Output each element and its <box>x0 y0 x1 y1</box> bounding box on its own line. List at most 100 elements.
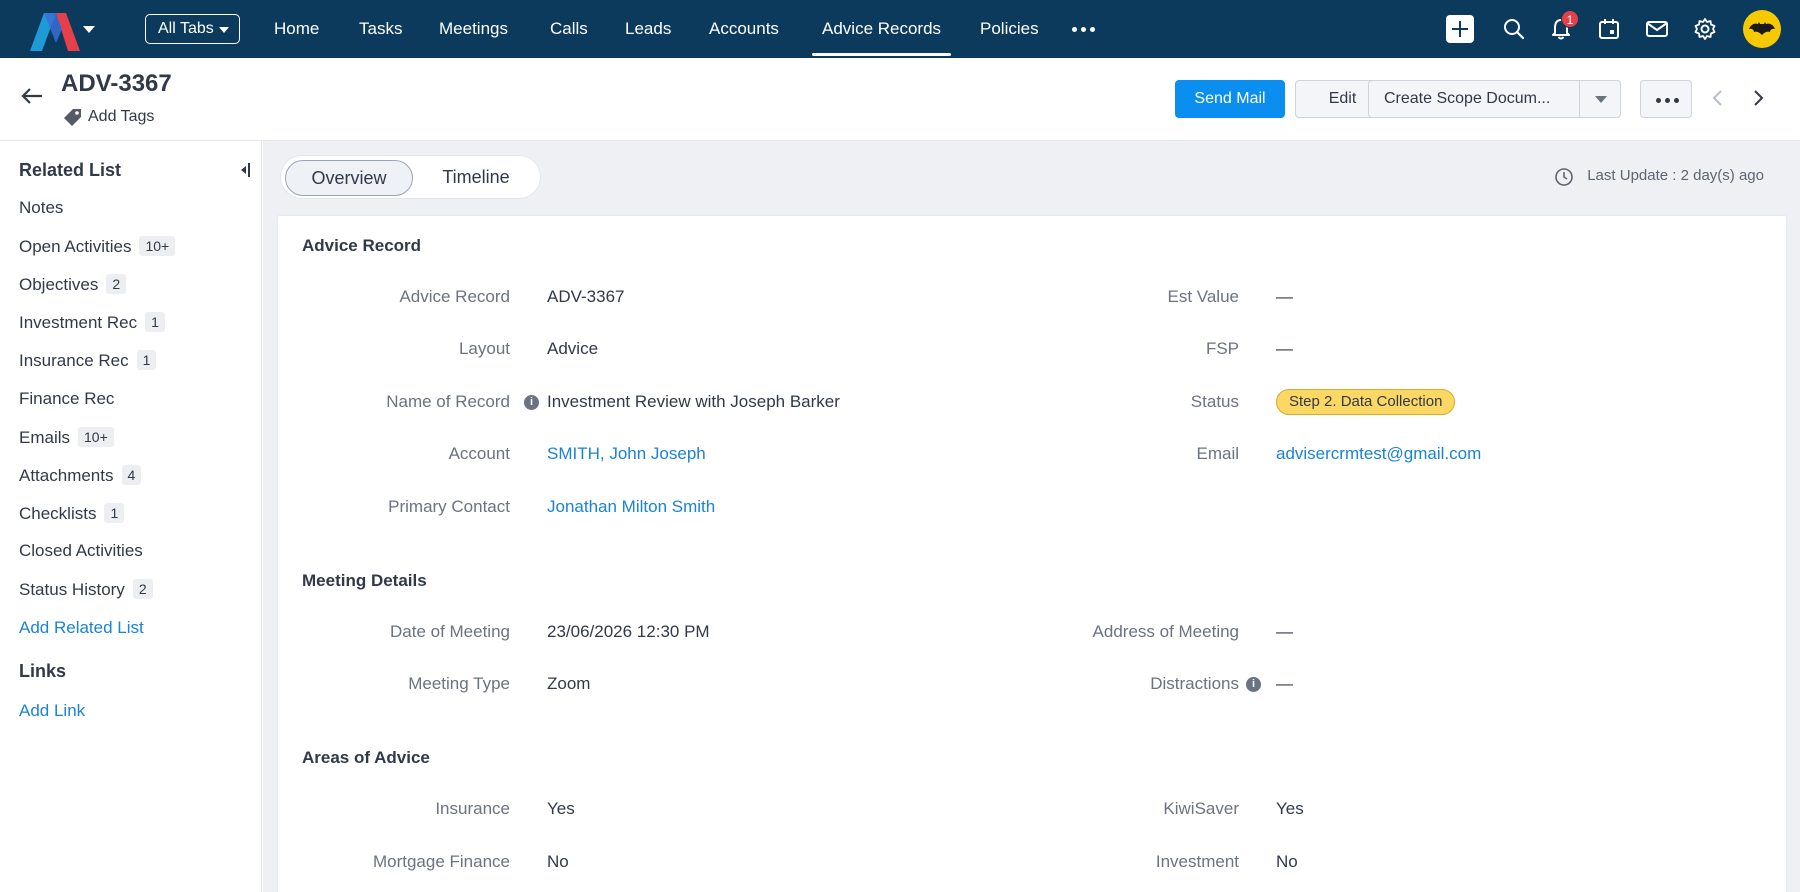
tab-meetings[interactable]: Meetings <box>439 0 508 58</box>
next-record-icon[interactable] <box>1748 88 1768 108</box>
mail-icon[interactable] <box>1644 16 1670 42</box>
create-scope-dropdown-button[interactable] <box>1579 80 1621 118</box>
tab-advice-records[interactable]: Advice Records <box>811 0 952 58</box>
count-badge: 1 <box>136 350 157 370</box>
tab-policies[interactable]: Policies <box>980 0 1039 58</box>
tab-overview[interactable]: Overview <box>285 160 413 196</box>
search-icon[interactable] <box>1501 16 1527 42</box>
field-value-investment[interactable]: No <box>1276 852 1298 872</box>
field-label-kiwisaver: KiwiSaver <box>1163 799 1239 818</box>
previous-record-icon[interactable] <box>1708 88 1728 108</box>
notification-count-badge: 1 <box>1561 10 1579 28</box>
field-label-mortgage-finance: Mortgage Finance <box>372 852 510 871</box>
sidebar-item-checklists[interactable]: Checklists 1 <box>19 503 125 524</box>
add-tags-link[interactable]: Add Tags <box>88 108 154 126</box>
field-label-primary-contact: Primary Contact <box>388 497 510 516</box>
count-badge: 10+ <box>139 236 176 256</box>
field-value-kiwisaver[interactable]: Yes <box>1276 799 1304 819</box>
top-navigation-bar: All Tabs Home Tasks Meetings Calls Leads… <box>0 0 1800 58</box>
record-details-card: Advice Record Advice Record ADV-3367 Lay… <box>278 216 1786 892</box>
field-value-distractions[interactable]: — <box>1276 674 1293 694</box>
chevron-down-icon[interactable] <box>83 26 95 33</box>
field-value-meeting-type[interactable]: Zoom <box>547 674 590 694</box>
tag-icon[interactable] <box>62 106 84 128</box>
sidebar-item-emails[interactable]: Emails 10+ <box>19 427 114 448</box>
field-value-address-of-meeting[interactable]: — <box>1276 622 1293 642</box>
field-label-investment: Investment <box>1155 852 1239 871</box>
field-label-account: Account <box>448 444 510 463</box>
tab-accounts[interactable]: Accounts <box>709 0 779 58</box>
field-label-distractions: Distractions <box>1150 674 1239 693</box>
tab-calls[interactable]: Calls <box>550 0 588 58</box>
field-label-est-value: Est Value <box>1167 287 1239 306</box>
tab-leads[interactable]: Leads <box>625 0 671 58</box>
sidebar-item-open-activities[interactable]: Open Activities 10+ <box>19 236 176 257</box>
field-label-fsp: FSP <box>1205 339 1239 358</box>
record-header: ADV-3367 Add Tags Send Mail Edit Create … <box>0 58 1800 141</box>
count-badge: 2 <box>132 579 153 599</box>
more-tabs-icon[interactable] <box>1072 27 1096 33</box>
field-value-layout[interactable]: Advice <box>547 339 598 359</box>
sidebar-item-notes[interactable]: Notes <box>19 198 63 218</box>
sidebar-item-finance-rec[interactable]: Finance Rec <box>19 389 114 409</box>
sidebar-item-attachments[interactable]: Attachments 4 <box>19 465 142 486</box>
more-actions-button[interactable] <box>1640 80 1692 118</box>
sidebar-item-status-history[interactable]: Status History 2 <box>19 579 153 600</box>
gear-icon[interactable] <box>1692 16 1718 42</box>
create-scope-document-button[interactable]: Create Scope Docum... <box>1368 80 1580 118</box>
sidebar-item-objectives[interactable]: Objectives 2 <box>19 274 127 295</box>
all-tabs-dropdown[interactable]: All Tabs <box>145 14 240 44</box>
field-value-account-link[interactable]: SMITH, John Joseph <box>547 444 706 464</box>
count-badge: 1 <box>104 503 125 523</box>
related-list-heading: Related List <box>19 160 122 180</box>
avatar[interactable] <box>1743 10 1781 48</box>
add-link-link[interactable]: Add Link <box>19 701 85 721</box>
field-label-layout: Layout <box>458 339 510 358</box>
field-label-date-of-meeting: Date of Meeting <box>389 622 510 641</box>
app-logo[interactable] <box>30 13 80 51</box>
field-label-advice-record: Advice Record <box>399 287 510 306</box>
field-value-est-value[interactable]: — <box>1276 287 1293 307</box>
field-value-name-of-record[interactable]: Investment Review with Joseph Barker <box>547 392 840 412</box>
status-badge[interactable]: Step 2. Data Collection <box>1276 389 1456 415</box>
plus-icon[interactable] <box>1446 15 1474 43</box>
sidebar-item-investment-rec[interactable]: Investment Rec 1 <box>19 312 165 333</box>
sidebar-item-closed-activities[interactable]: Closed Activities <box>19 541 143 561</box>
sidebar-item-insurance-rec[interactable]: Insurance Rec 1 <box>19 350 157 371</box>
field-value-fsp[interactable]: — <box>1276 339 1293 359</box>
field-label-address-of-meeting: Address of Meeting <box>1092 622 1239 641</box>
add-related-list-link[interactable]: Add Related List <box>19 618 144 638</box>
count-badge: 10+ <box>78 427 114 447</box>
all-tabs-label: All Tabs <box>158 20 214 37</box>
section-title-meeting-details: Meeting Details <box>302 571 427 590</box>
field-value-date-of-meeting[interactable]: 23/06/2026 12:30 PM <box>547 622 710 642</box>
field-value-mortgage-finance[interactable]: No <box>547 852 569 872</box>
section-title-areas-of-advice: Areas of Advice <box>302 748 430 767</box>
record-title: ADV-3367 <box>61 70 172 97</box>
field-label-status: Status <box>1190 392 1239 411</box>
tab-home[interactable]: Home <box>274 0 319 58</box>
info-icon[interactable]: i <box>524 395 539 410</box>
view-tab-switch: Overview Timeline <box>280 155 541 199</box>
tab-timeline[interactable]: Timeline <box>421 160 531 196</box>
caret-down-icon <box>219 27 229 33</box>
tab-tasks[interactable]: Tasks <box>359 0 402 58</box>
calendar-icon[interactable] <box>1596 16 1622 42</box>
collapse-sidebar-icon[interactable] <box>238 162 252 178</box>
record-main-area: Overview Timeline Last Update : 2 day(s)… <box>263 141 1800 892</box>
send-mail-button[interactable]: Send Mail <box>1175 80 1285 118</box>
field-value-email-link[interactable]: advisercrmtest@gmail.com <box>1276 444 1481 464</box>
clock-icon <box>1555 168 1573 186</box>
info-icon[interactable]: i <box>1246 677 1261 692</box>
count-badge: 1 <box>145 312 165 332</box>
field-value-advice-record[interactable]: ADV-3367 <box>547 287 625 307</box>
back-arrow-icon[interactable] <box>20 86 44 106</box>
field-label-insurance: Insurance <box>435 799 510 818</box>
field-label-meeting-type: Meeting Type <box>408 674 510 693</box>
section-title-advice-record: Advice Record <box>302 236 422 255</box>
last-update-text: Last Update : 2 day(s) ago <box>1587 167 1764 184</box>
field-label-name-of-record: Name of Record <box>386 392 510 411</box>
batman-logo-icon <box>1749 22 1775 35</box>
field-value-primary-contact-link[interactable]: Jonathan Milton Smith <box>547 497 715 517</box>
field-value-insurance[interactable]: Yes <box>547 799 575 819</box>
